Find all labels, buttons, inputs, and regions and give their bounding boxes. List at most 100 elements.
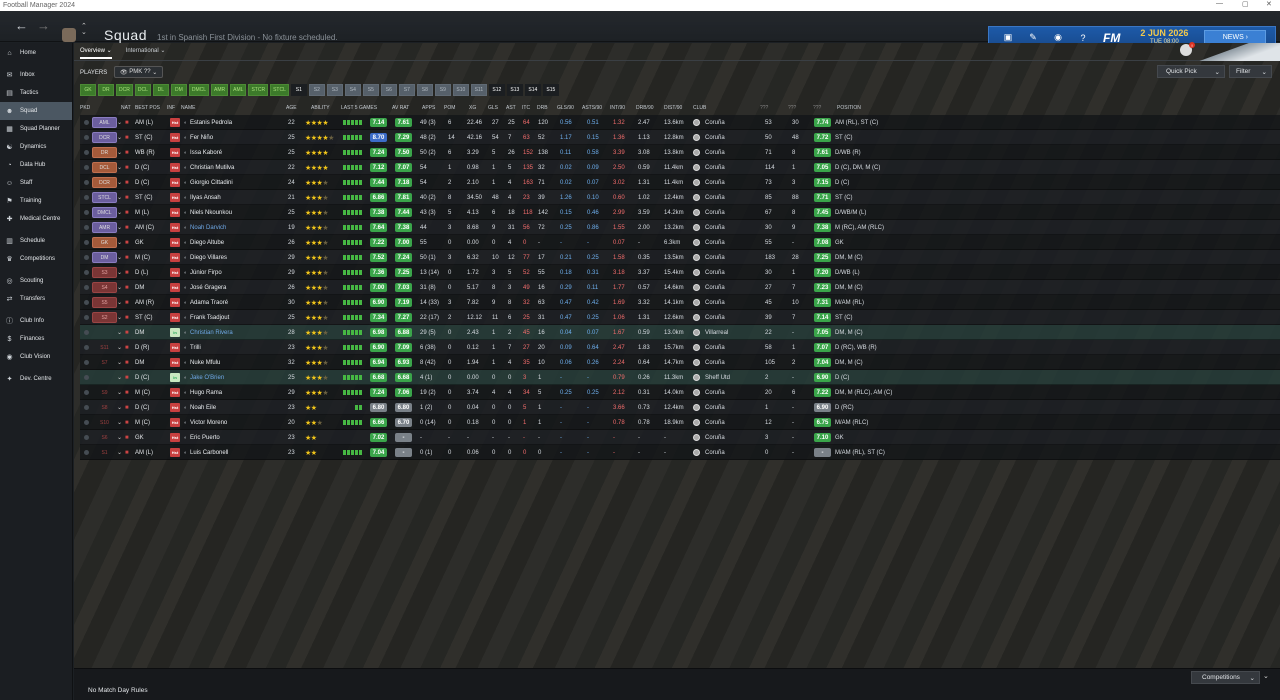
pkd-badge[interactable]: DCR xyxy=(92,132,117,143)
club-cell[interactable]: Coruña xyxy=(693,205,725,220)
position-filter-s9[interactable]: S9 xyxy=(434,84,451,96)
col-ast[interactable]: AST xyxy=(506,105,516,111)
player-name[interactable]: Fer Niño xyxy=(190,135,213,141)
status-badge[interactable]: Hst xyxy=(170,358,180,367)
col-last5[interactable]: LAST 5 GAMES xyxy=(341,105,377,111)
col-inf[interactable]: INF xyxy=(167,105,175,111)
pkd-badge[interactable]: GK xyxy=(92,237,117,248)
position-filter-aml[interactable]: AML xyxy=(230,84,247,96)
status-badge[interactable]: Hst xyxy=(170,313,180,322)
position-filter-s15[interactable]: S15 xyxy=(542,84,559,96)
table-row[interactable]: ⌄ ■ DM ln ◐ Christian Rivera 28 ★★★ ★ 6.98 6.88 29 … xyxy=(80,325,1280,340)
player-name-cell[interactable]: ◐ Diego Villares xyxy=(184,250,227,265)
col-c1[interactable]: ??? xyxy=(760,105,768,111)
player-name[interactable]: Issa Kaboré xyxy=(190,150,222,156)
player-name-cell[interactable]: ◐ Fer Niño xyxy=(184,130,213,145)
selection-dot[interactable] xyxy=(84,385,89,400)
club-cell[interactable]: Coruña xyxy=(693,445,725,460)
position-filter-stcl[interactable]: STCL xyxy=(270,84,289,96)
chevron-down-icon[interactable]: ⌄ xyxy=(117,130,125,145)
club-cell[interactable]: Coruña xyxy=(693,340,725,355)
pkd-badge[interactable]: S5 xyxy=(92,297,117,308)
col-drb90[interactable]: DRB/90 xyxy=(636,105,654,111)
selection-dot[interactable] xyxy=(84,250,89,265)
col-int90[interactable]: INT/90 xyxy=(610,105,625,111)
table-row[interactable]: DCL ⌄ ■ D (C) Hst ◐ Christian Mutilva 22 ★★★★ 7.1… xyxy=(80,160,1280,175)
col-av-rat[interactable]: AV RAT xyxy=(392,105,409,111)
club-cell[interactable]: Coruña xyxy=(693,280,725,295)
table-row[interactable]: S11 ⌄ ■ D (R) Hst ◐ Trilli 23 ★★★ ★ 6.90 7.09 6 (38)… xyxy=(80,340,1280,355)
player-name-cell[interactable]: ◐ Hugo Rama xyxy=(184,385,222,400)
player-name[interactable]: Júnior Firpo xyxy=(190,270,222,276)
club-cell[interactable]: Villarreal xyxy=(693,325,728,340)
table-row[interactable]: S8 ⌄ ■ D (C) Hst ◐ Noah Eile 23 ★★ 6.80 6.80 1 (2) 0… xyxy=(80,400,1280,415)
selection-dot[interactable] xyxy=(84,265,89,280)
chevron-down-icon[interactable]: ⌄ xyxy=(117,265,125,280)
pkd-badge[interactable]: S1 xyxy=(92,447,117,458)
chevron-down-icon[interactable]: ⌄ xyxy=(117,220,125,235)
status-badge[interactable]: Hst xyxy=(170,208,180,217)
competitions-dropdown[interactable]: Competitions ⌄ xyxy=(1191,671,1260,684)
selection-dot[interactable] xyxy=(84,115,89,130)
club-cell[interactable]: Coruña xyxy=(693,175,725,190)
status-badge[interactable]: Hst xyxy=(170,388,180,397)
globe-icon[interactable]: ◉ xyxy=(1052,32,1064,43)
col-nat[interactable]: NAT xyxy=(121,105,131,111)
sidebar-item-dev-centre[interactable]: ✦ Dev. Centre xyxy=(0,370,72,388)
status-badge[interactable]: Hst xyxy=(170,433,180,442)
club-cell[interactable]: Coruña xyxy=(693,385,725,400)
selection-dot[interactable] xyxy=(84,280,89,295)
chevron-down-icon[interactable]: ⌄ xyxy=(117,175,125,190)
player-name-cell[interactable]: ◐ Giorgio Cittadini xyxy=(184,175,233,190)
position-filter-s4[interactable]: S4 xyxy=(344,84,361,96)
player-name[interactable]: Giorgio Cittadini xyxy=(190,180,233,186)
position-filter-s13[interactable]: S13 xyxy=(506,84,523,96)
player-name-cell[interactable]: ◐ Estanis Pedrola xyxy=(184,115,232,130)
status-badge[interactable]: Hst xyxy=(170,343,180,352)
chevron-down-icon[interactable]: ⌄ xyxy=(117,235,125,250)
sidebar-item-medical-centre[interactable]: ✚ Medical Centre xyxy=(0,210,72,228)
status-badge[interactable]: Hst xyxy=(170,418,180,427)
status-badge[interactable]: Hst xyxy=(170,403,180,412)
up-down-icon[interactable]: ⌃ ⌄ xyxy=(81,23,87,36)
pkd-badge[interactable]: AML xyxy=(92,117,117,128)
status-badge[interactable]: ln xyxy=(170,328,180,337)
selection-dot[interactable] xyxy=(84,325,89,340)
position-filter-s5[interactable]: S5 xyxy=(362,84,379,96)
table-row[interactable]: GK ⌄ ■ GK Hst ◐ Diego Altube 26 ★★★ ★ 7.22 7.00 55 0 0… xyxy=(80,235,1280,250)
player-name[interactable]: Eric Puerto xyxy=(190,435,220,441)
sidebar-item-inbox[interactable]: ✉ Inbox xyxy=(0,66,72,84)
status-badge[interactable]: Hst xyxy=(170,133,180,142)
table-row[interactable]: DM ⌄ ■ M (C) Hst ◐ Diego Villares 29 ★★★ ★ 7.52 7.2… xyxy=(80,250,1280,265)
edit-icon[interactable]: ✎ xyxy=(1027,32,1039,43)
player-name-cell[interactable]: ◐ Noah Eile xyxy=(184,400,216,415)
col-gls[interactable]: GLS xyxy=(488,105,498,111)
tab-overview[interactable]: Overview ⌄ xyxy=(80,47,112,59)
player-name[interactable]: Jake O'Brien xyxy=(190,375,224,381)
player-name[interactable]: Victor Moreno xyxy=(190,420,227,426)
club-cell[interactable]: Coruña xyxy=(693,130,725,145)
col-name[interactable]: NAME xyxy=(181,105,195,111)
pkd-badge[interactable]: DCR xyxy=(92,177,117,188)
position-filter-s7[interactable]: S7 xyxy=(398,84,415,96)
player-name[interactable]: Hugo Rama xyxy=(190,390,222,396)
player-name-cell[interactable]: ◐ Júnior Firpo xyxy=(184,265,222,280)
chevron-down-icon[interactable]: ⌄ xyxy=(117,415,125,430)
sidebar-item-data-hub[interactable]: ◔ Data Hub xyxy=(0,156,72,174)
position-filter-s1[interactable]: S1 xyxy=(290,84,307,96)
table-row[interactable]: STCL ⌄ ■ ST (C) Hst ◐ Ilyas Ansah 21 ★★★ ★ 6.86 7.8… xyxy=(80,190,1280,205)
table-row[interactable]: S4 ⌄ ■ DM Hst ◐ José Gragera 26 ★★★ ★ 7.00 7.03 31 (… xyxy=(80,280,1280,295)
sidebar-item-staff[interactable]: ☺ Staff xyxy=(0,174,72,192)
pkd-badge[interactable]: S9 xyxy=(92,387,117,398)
selection-dot[interactable] xyxy=(84,130,89,145)
status-badge[interactable]: Hst xyxy=(170,163,180,172)
col-gls90[interactable]: GLS/90 xyxy=(557,105,574,111)
player-name[interactable]: Niels Nkounkou xyxy=(190,210,232,216)
minimize-icon[interactable]: — xyxy=(1216,0,1223,7)
player-name[interactable]: Luis Carbonell xyxy=(190,450,228,456)
club-cell[interactable]: Coruña xyxy=(693,115,725,130)
player-name-cell[interactable]: ◐ Christian Rivera xyxy=(184,325,233,340)
player-name[interactable]: Noah Darvich xyxy=(190,225,226,231)
pkd-badge[interactable]: S7 xyxy=(92,357,117,368)
filter-dropdown[interactable]: Filter ⌄ xyxy=(1229,65,1272,78)
